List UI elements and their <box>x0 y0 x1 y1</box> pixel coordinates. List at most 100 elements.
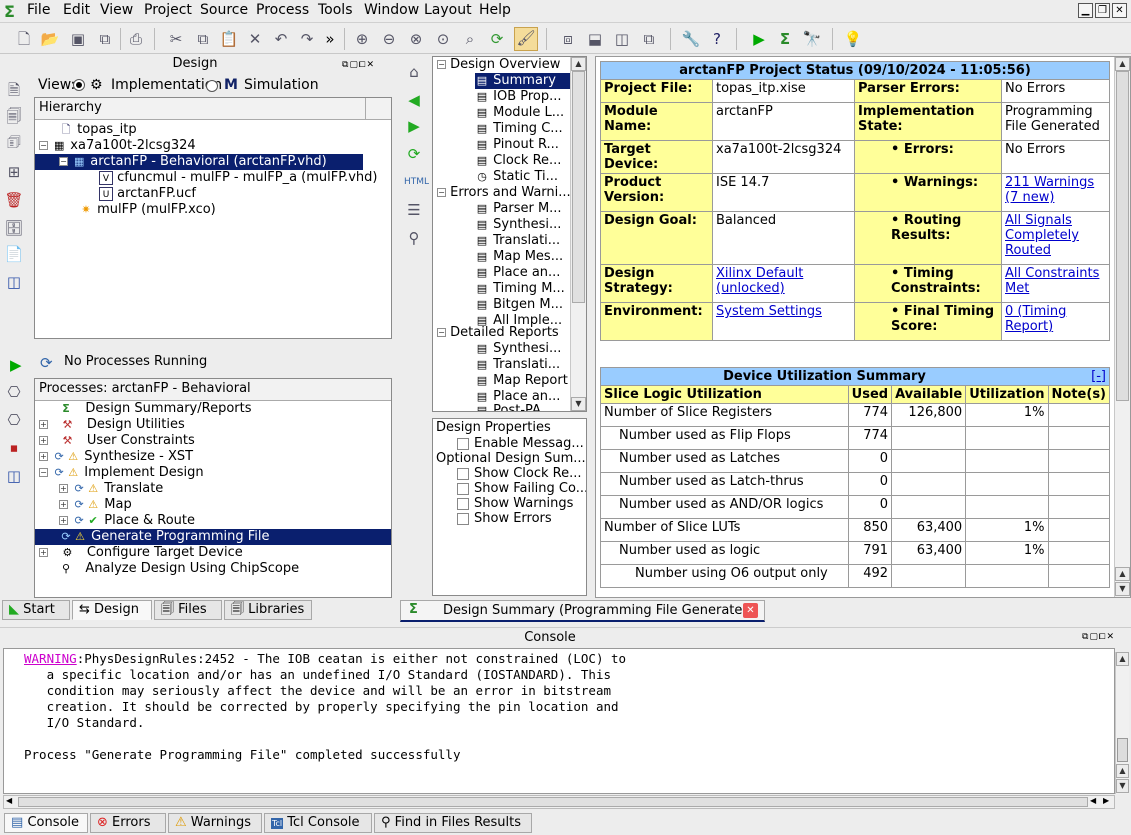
menu-window[interactable]: Window <box>364 2 419 18</box>
overview-item[interactable]: ▤ Parser M... <box>475 201 562 217</box>
tab-start[interactable]: ◣ Start <box>2 600 70 620</box>
show-clock-option[interactable]: Show Clock Re... <box>457 466 582 482</box>
scroll-up-icon[interactable]: ▲ <box>1116 652 1129 666</box>
add-copy-icon[interactable]: 🗊 <box>4 132 24 152</box>
redo-icon[interactable]: ↷ <box>297 29 317 49</box>
overview-section[interactable]: − Design Overview <box>437 57 560 73</box>
run-process-icon[interactable]: ▶ <box>10 356 22 374</box>
refresh-icon[interactable]: ⟳ <box>487 29 507 49</box>
tab-files[interactable]: 🗐 Files <box>154 600 222 620</box>
collapse-icon[interactable]: − <box>437 60 446 69</box>
process-configure-device[interactable]: + ⚙ Configure Target Device <box>39 545 243 561</box>
overview-section[interactable]: − Detailed Reports <box>437 325 559 341</box>
process-implement[interactable]: − ⟳ ⚠ Implement Design <box>39 465 204 481</box>
overview-item[interactable]: ▤ Timing M... <box>475 281 565 297</box>
collapse-icon[interactable]: − <box>59 157 68 166</box>
collapse-icon[interactable]: − <box>39 141 48 150</box>
overview-item[interactable]: ▤ IOB Prop... <box>475 89 562 105</box>
menu-layout[interactable]: Layout <box>424 2 472 18</box>
back-icon[interactable]: ◀ <box>404 90 424 110</box>
tab-design-summary[interactable]: Σ Design Summary (Programming File Gener… <box>400 600 765 622</box>
overview-item[interactable]: ▤ Bitgen M... <box>475 297 563 313</box>
warning-link[interactable]: WARNING <box>24 651 77 666</box>
overview-item[interactable]: ▤ Translati... <box>475 357 560 373</box>
new-source-icon[interactable]: 🗎 <box>4 80 24 100</box>
scroll-up-icon[interactable]: ▲ <box>571 57 586 71</box>
tab-design[interactable]: ⇆ Design <box>72 600 152 620</box>
delete-icon[interactable]: ✕ <box>245 29 265 49</box>
overview-summary[interactable]: ▤ Summary <box>475 73 571 89</box>
print-icon[interactable]: ⎙ <box>126 29 146 49</box>
process-synthesize[interactable]: + ⟳ ⚠ Synthesize - XST <box>39 449 193 465</box>
tab-find-in-files[interactable]: ⚲ Find in Files Results <box>374 813 532 833</box>
new-file-icon[interactable]: 🗋 <box>14 29 34 49</box>
html-icon[interactable]: HTML <box>404 172 429 192</box>
checklist-icon[interactable]: ☰ <box>404 200 424 220</box>
context-help-icon[interactable]: ? <box>707 29 727 49</box>
expand-icon[interactable]: + <box>59 484 68 493</box>
environment-link[interactable]: System Settings <box>716 304 822 319</box>
process-user-constraints[interactable]: + ⚒ User Constraints <box>39 433 195 449</box>
cut-icon[interactable]: ✂ <box>166 29 186 49</box>
menu-tools[interactable]: Tools <box>318 2 353 18</box>
tab-errors[interactable]: ⊗ Errors <box>90 813 166 833</box>
open-source-icon[interactable]: 🗄 <box>4 218 24 238</box>
expand-icon[interactable]: + <box>39 452 48 461</box>
find-icon[interactable]: ⌕ <box>460 29 480 49</box>
expand-icon[interactable]: + <box>39 436 48 445</box>
show-warnings-checkbox[interactable] <box>457 497 469 510</box>
view-layout-icon[interactable]: ◫ <box>4 272 24 292</box>
float-window-icon[interactable]: ⧉ <box>639 29 659 49</box>
show-errors-checkbox[interactable] <box>457 512 469 525</box>
close-window-button[interactable]: ✕ <box>1112 3 1127 18</box>
hierarchy-icon[interactable]: ⊞ <box>4 162 24 182</box>
tab-tcl-console[interactable]: Tcl Tcl Console <box>264 813 372 833</box>
tree-cfuncmul[interactable]: V cfuncmul - mulFP - mulFP_a (mulFP.vhd) <box>99 170 377 186</box>
menu-view[interactable]: View <box>100 2 133 18</box>
warnings-link[interactable]: 211 Warnings (7 new) <box>1005 175 1094 205</box>
close-tab-icon[interactable]: ✕ <box>743 603 758 618</box>
collapse-icon[interactable]: − <box>437 328 446 337</box>
tree-top-module[interactable]: − ▦ arctanFP - Behavioral (arctanFP.vhd) <box>35 154 363 170</box>
menu-process[interactable]: Process <box>256 2 309 18</box>
show-errors-option[interactable]: Show Errors <box>457 511 552 527</box>
paste-icon[interactable]: 📋 <box>219 29 239 49</box>
console-hscrollbar[interactable]: ◀ ◀ ▶ <box>3 795 1115 809</box>
show-failing-checkbox[interactable] <box>457 482 469 495</box>
run-icon[interactable]: ▶ <box>749 29 769 49</box>
enable-messages-checkbox[interactable] <box>457 437 469 450</box>
properties-wrench-icon[interactable]: 🔧 <box>681 29 701 49</box>
save-all-icon[interactable]: ⧉ <box>95 29 115 49</box>
process-generate-programming-file[interactable]: ⟳ ⚠ Generate Programming File <box>35 529 391 545</box>
collapse-icon[interactable]: − <box>437 188 446 197</box>
tree-project[interactable]: 🗋 topas_itp <box>59 122 137 138</box>
process-view-icon[interactable]: ◫ <box>4 466 24 486</box>
overview-item[interactable]: ▤ Post-PA... <box>475 403 553 411</box>
menu-help[interactable]: Help <box>479 2 511 18</box>
enable-messages-option[interactable]: Enable Messag... <box>457 436 584 452</box>
process-map[interactable]: + ⟳ ⚠ Map <box>59 497 132 513</box>
show-clock-checkbox[interactable] <box>457 467 469 480</box>
overview-section[interactable]: − Errors and Warni... <box>437 185 571 201</box>
show-warnings-option[interactable]: Show Warnings <box>457 496 573 512</box>
timing-constraints-link[interactable]: All Constraints Met <box>1005 266 1099 296</box>
scroll-down-icon[interactable]: ▼ <box>1115 582 1130 596</box>
routing-results-link[interactable]: All Signals Completely Routed <box>1005 213 1079 258</box>
source-properties-icon[interactable]: 📄 <box>4 244 24 264</box>
overview-scrollbar[interactable]: ▲ ▼ <box>570 57 586 411</box>
rerun-all-icon[interactable]: ⎔ <box>4 410 24 430</box>
scroll-right-icon[interactable]: ◀ <box>1090 796 1096 805</box>
menu-file[interactable]: File <box>27 2 50 18</box>
home-icon[interactable]: ⌂ <box>404 62 424 82</box>
minimize-button[interactable]: ▁ <box>1078 3 1093 18</box>
overview-item[interactable]: ▤ Pinout R... <box>475 137 559 153</box>
process-design-utilities[interactable]: + ⚒ Design Utilities <box>39 417 185 433</box>
reload-icon[interactable]: ⟳ <box>404 144 424 164</box>
process-translate[interactable]: + ⟳ ⚠ Translate <box>59 481 163 497</box>
console-window-controls[interactable]: ⧉▢⧠✕ <box>1082 632 1115 642</box>
process-chipscope[interactable]: ⚲ Analyze Design Using ChipScope <box>59 561 299 577</box>
process-design-summary[interactable]: Σ Design Summary/Reports <box>59 401 251 417</box>
analyzer-icon[interactable]: 🔭 <box>802 29 822 49</box>
timing-score-link[interactable]: 0 (Timing Report) <box>1005 304 1066 334</box>
binoculars-icon[interactable]: ⚲ <box>404 228 424 248</box>
